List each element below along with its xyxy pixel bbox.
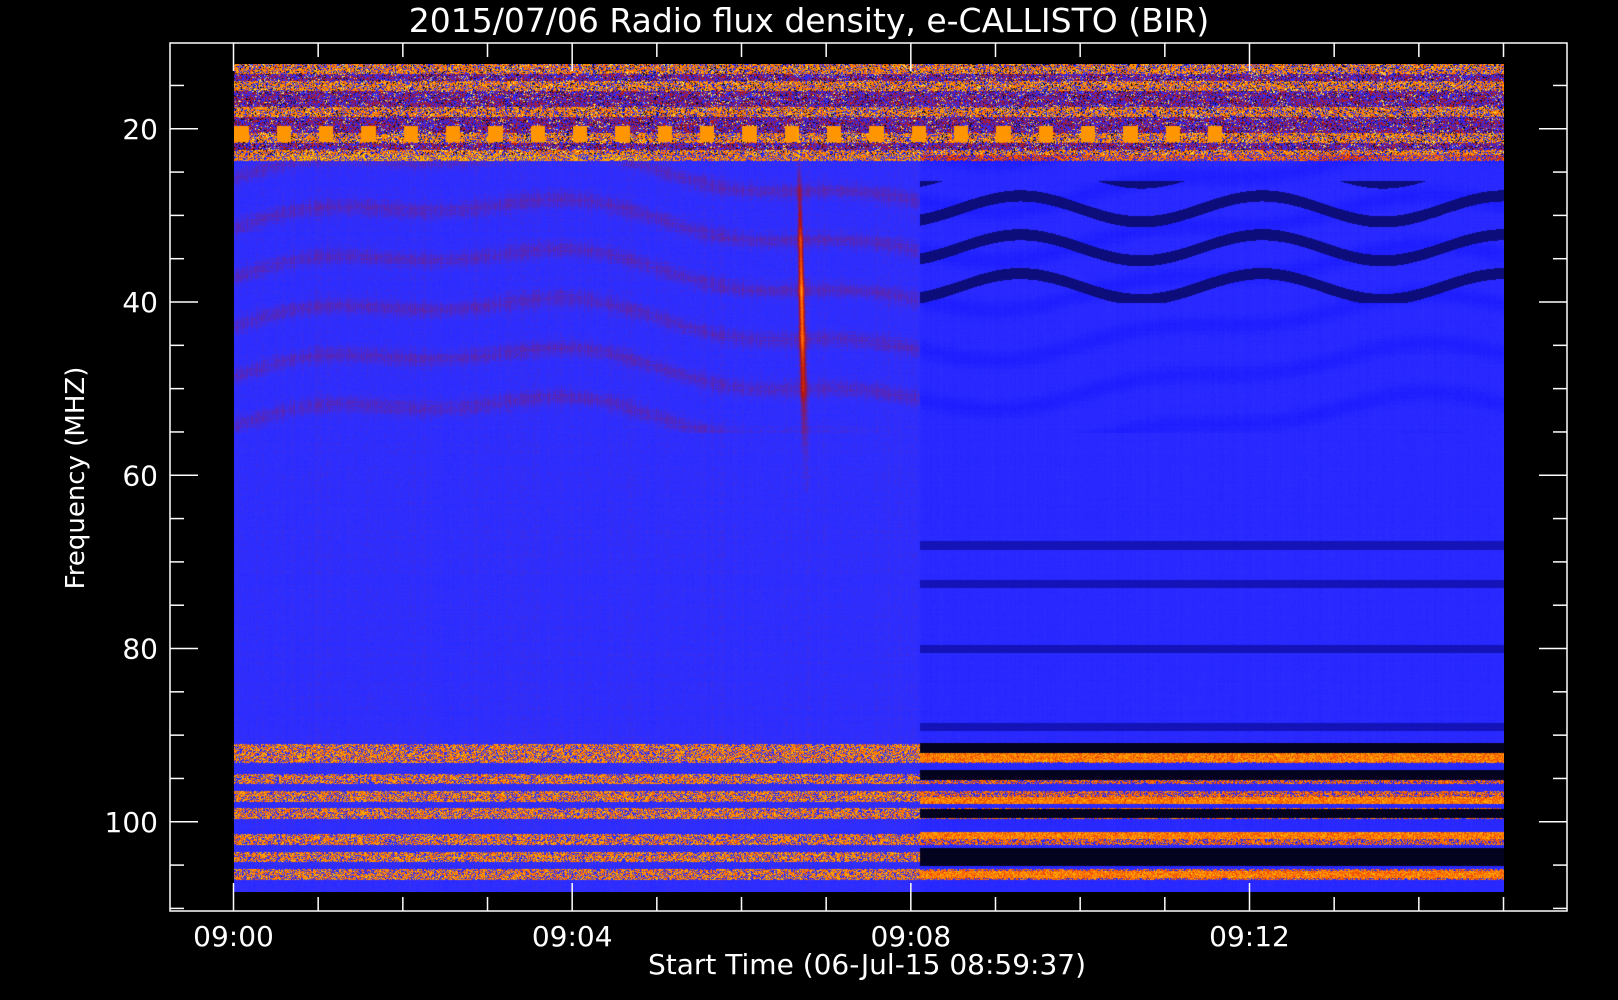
y-tick-label: 100 <box>105 806 158 839</box>
x-tick-label: 09:04 <box>532 920 613 953</box>
y-tick-label: 80 <box>122 633 158 666</box>
spectrogram-chart: 2015/07/06 Radio flux density, e-CALLIST… <box>0 0 1618 1000</box>
chart-title: 2015/07/06 Radio flux density, e-CALLIST… <box>409 1 1210 40</box>
y-tick-label: 60 <box>122 459 158 492</box>
spectrogram-image <box>234 64 1504 892</box>
y-tick-label: 40 <box>122 286 158 319</box>
y-tick-label: 20 <box>122 113 158 146</box>
x-tick-label: 09:00 <box>193 920 274 953</box>
x-tick-label: 09:12 <box>1209 920 1290 953</box>
y-axis-label: Frequency (MHZ) <box>61 367 91 590</box>
x-axis-label: Start Time (06-Jul-15 08:59:37) <box>648 948 1086 981</box>
spectrogram-heatmap <box>234 64 1504 892</box>
